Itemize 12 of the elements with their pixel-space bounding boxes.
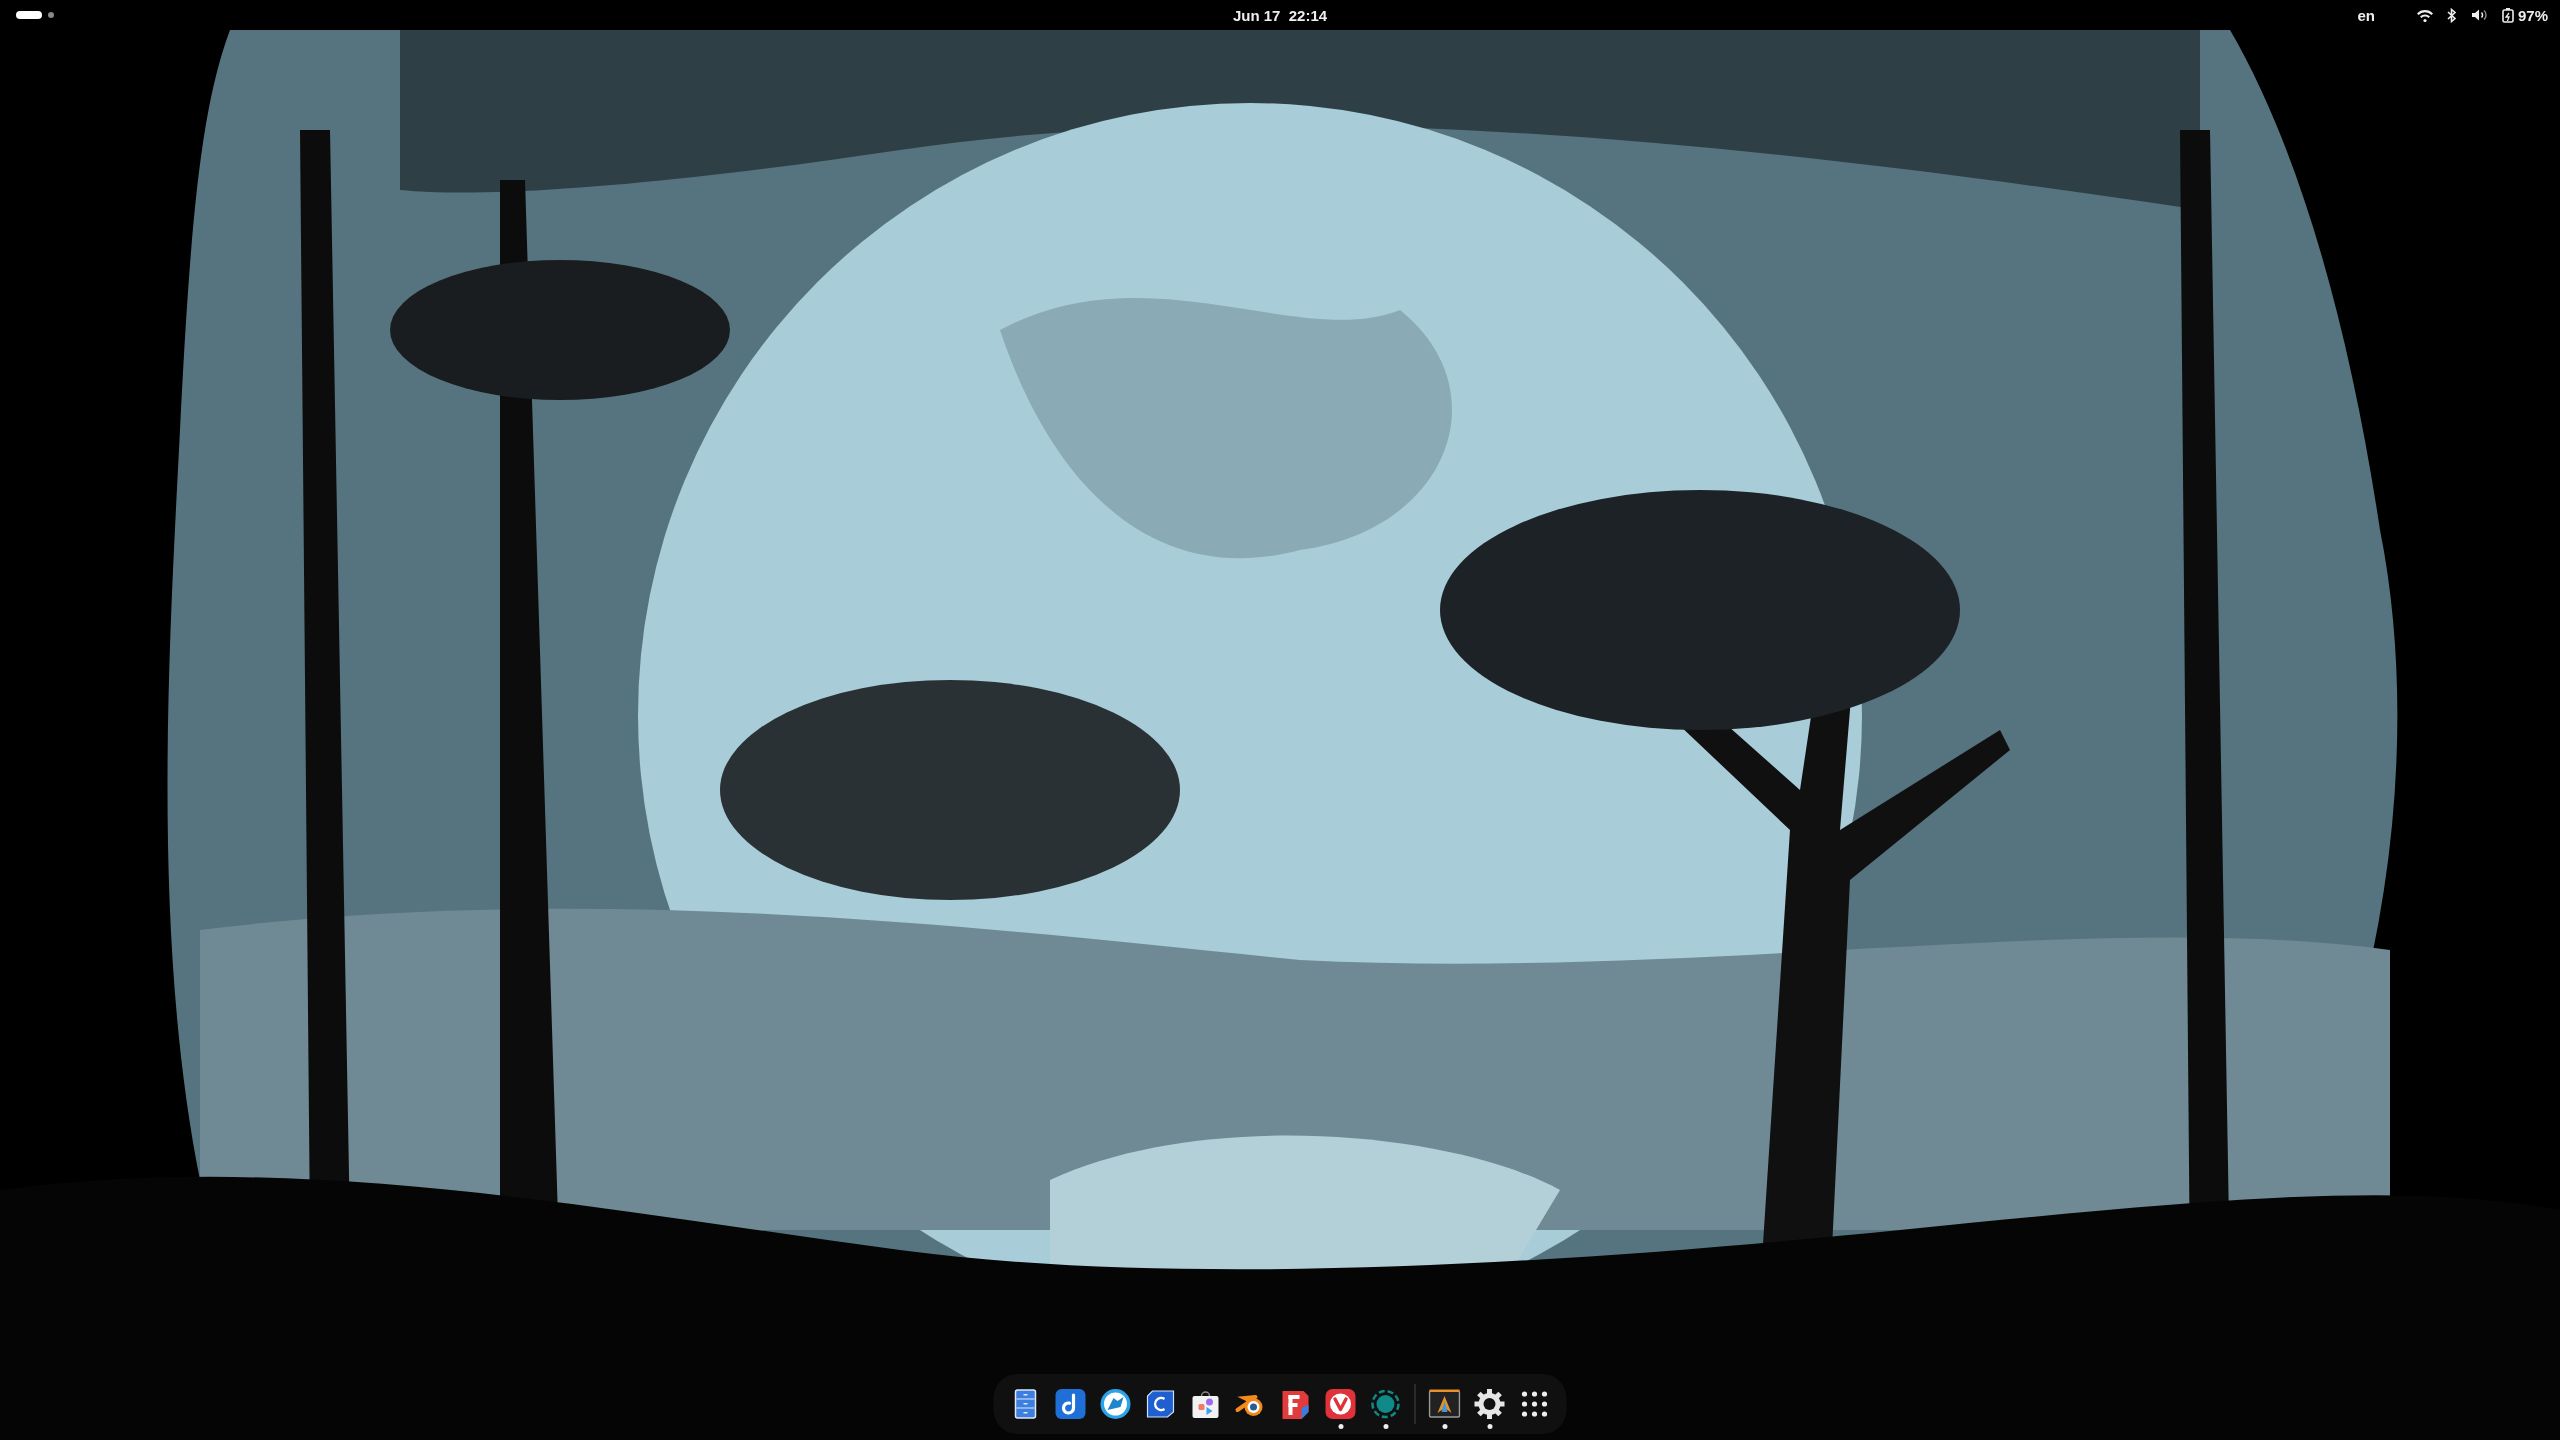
clock[interactable]: Jun 17 22:14 [1232, 6, 1328, 24]
keyboard-layout[interactable]: en [2357, 6, 2375, 24]
bluetooth-icon [2446, 7, 2457, 23]
battery-percentage: 97% [2517, 6, 2548, 24]
wifi-icon [2416, 8, 2433, 22]
workspace-indicator[interactable] [16, 11, 42, 19]
battery-charging-icon [2501, 7, 2514, 23]
card-icon[interactable] [1144, 1388, 1177, 1420]
note-icon[interactable] [1054, 1388, 1087, 1420]
workspace-indicator[interactable] [48, 12, 54, 18]
round-badge-icon[interactable] [1099, 1388, 1132, 1420]
volume-icon [2470, 8, 2488, 22]
